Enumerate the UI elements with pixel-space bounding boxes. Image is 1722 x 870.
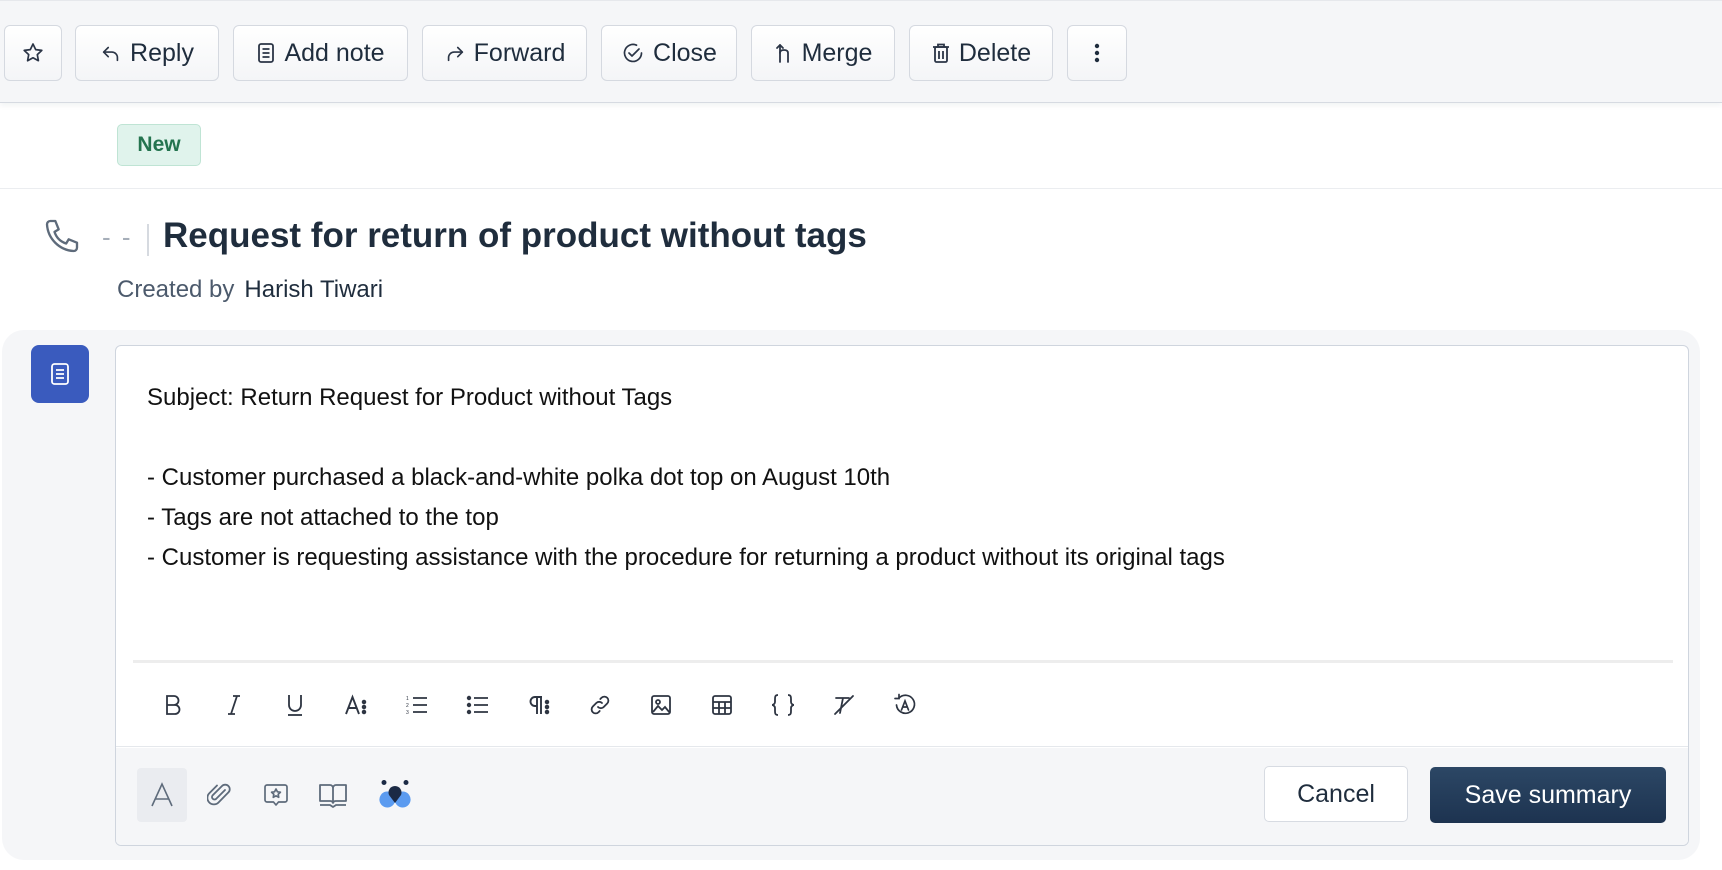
forward-label: Forward <box>473 38 566 67</box>
reply-label: Reply <box>130 38 194 67</box>
reply-button[interactable]: Reply <box>75 25 219 81</box>
summary-textarea[interactable]: Subject: Return Request for Product with… <box>116 346 1688 662</box>
ordered-list-icon: 123 <box>406 696 427 715</box>
text-format-toggle[interactable] <box>137 768 187 822</box>
ai-assist-icon <box>379 780 411 808</box>
paragraph-icon <box>529 695 549 714</box>
code-braces-icon <box>771 693 794 716</box>
undo-format-button[interactable] <box>874 683 935 727</box>
delete-label: Delete <box>958 38 1032 67</box>
attach-button[interactable] <box>194 768 244 822</box>
ticket-toolbar: Reply Add note Forward Close Merge Delet… <box>0 0 1722 103</box>
attachment-icon <box>207 783 231 806</box>
star-icon <box>23 43 43 62</box>
status-row: New <box>0 103 1722 189</box>
format-toolbar: 123 <box>116 663 1688 747</box>
underline-icon <box>287 694 302 716</box>
close-button[interactable]: Close <box>601 25 737 81</box>
clear-formatting-icon <box>833 694 854 715</box>
bold-icon <box>165 694 180 715</box>
ai-assist-button[interactable] <box>370 768 420 822</box>
text-format-icon <box>151 782 173 807</box>
summary-editor: Subject: Return Request for Product with… <box>115 345 1689 846</box>
underline-button[interactable] <box>264 683 325 727</box>
cancel-button[interactable]: Cancel <box>1264 766 1408 822</box>
ticket-header: - - Request for return of product withou… <box>0 210 1722 270</box>
image-button[interactable] <box>630 683 691 727</box>
ticket-title: Request for return of product without ta… <box>163 216 867 255</box>
svg-text:1: 1 <box>406 696 409 702</box>
svg-text:2: 2 <box>406 703 409 709</box>
created-by: Created by Harish Tiwari <box>117 276 383 304</box>
font-size-icon <box>344 693 366 714</box>
undo-format-icon <box>893 693 915 714</box>
trash-icon <box>932 43 949 63</box>
check-circle-icon <box>623 43 643 63</box>
svg-text:3: 3 <box>406 710 409 715</box>
merge-label: Merge <box>801 38 873 67</box>
ordered-list-button[interactable]: 123 <box>386 683 447 727</box>
unordered-list-icon <box>466 695 488 714</box>
editor-footer: Cancel Save summary <box>116 748 1688 845</box>
image-icon <box>650 694 671 715</box>
more-vertical-icon <box>1094 43 1100 63</box>
add-note-label: Add note <box>284 38 385 67</box>
canned-response-button[interactable] <box>251 768 301 822</box>
created-by-name[interactable]: Harish Tiwari <box>244 276 383 303</box>
paragraph-button[interactable] <box>508 683 569 727</box>
code-button[interactable] <box>752 683 813 727</box>
status-badge: New <box>117 124 201 166</box>
knowledge-base-button[interactable] <box>308 768 358 822</box>
bold-button[interactable] <box>142 683 203 727</box>
reply-arrow-icon <box>102 46 119 62</box>
clear-formatting-button[interactable] <box>813 683 874 727</box>
table-icon <box>711 694 732 715</box>
title-divider <box>147 224 149 256</box>
phone-icon <box>45 219 79 253</box>
more-actions-button[interactable] <box>1067 25 1127 81</box>
summary-panel: Subject: Return Request for Product with… <box>2 330 1700 860</box>
summary-bullet: - Tags are not attached to the top <box>147 504 499 531</box>
link-icon <box>590 695 609 714</box>
italic-icon <box>227 694 240 715</box>
summary-note-badge <box>31 345 89 403</box>
merge-button[interactable]: Merge <box>751 25 895 81</box>
summary-subject: Subject: Return Request for Product with… <box>147 384 673 411</box>
link-button[interactable] <box>569 683 630 727</box>
star-button[interactable] <box>4 25 62 81</box>
merge-icon <box>775 44 789 63</box>
forward-button[interactable]: Forward <box>422 25 587 81</box>
save-summary-button[interactable]: Save summary <box>1430 767 1666 823</box>
created-by-label: Created by <box>117 276 235 303</box>
forward-arrow-icon <box>447 46 463 62</box>
unordered-list-button[interactable] <box>447 683 508 727</box>
canned-response-icon <box>264 784 288 806</box>
document-icon <box>51 363 69 385</box>
table-button[interactable] <box>691 683 752 727</box>
font-size-button[interactable] <box>325 683 386 727</box>
knowledge-base-icon <box>319 784 347 808</box>
close-label: Close <box>653 38 717 67</box>
italic-button[interactable] <box>203 683 264 727</box>
note-icon <box>258 43 275 63</box>
add-note-button[interactable]: Add note <box>233 25 408 81</box>
delete-button[interactable]: Delete <box>909 25 1053 81</box>
ticket-id-placeholder: - - <box>102 222 133 252</box>
summary-bullet: - Customer is requesting assistance with… <box>147 544 1225 571</box>
summary-bullet: - Customer purchased a black-and-white p… <box>147 464 891 491</box>
